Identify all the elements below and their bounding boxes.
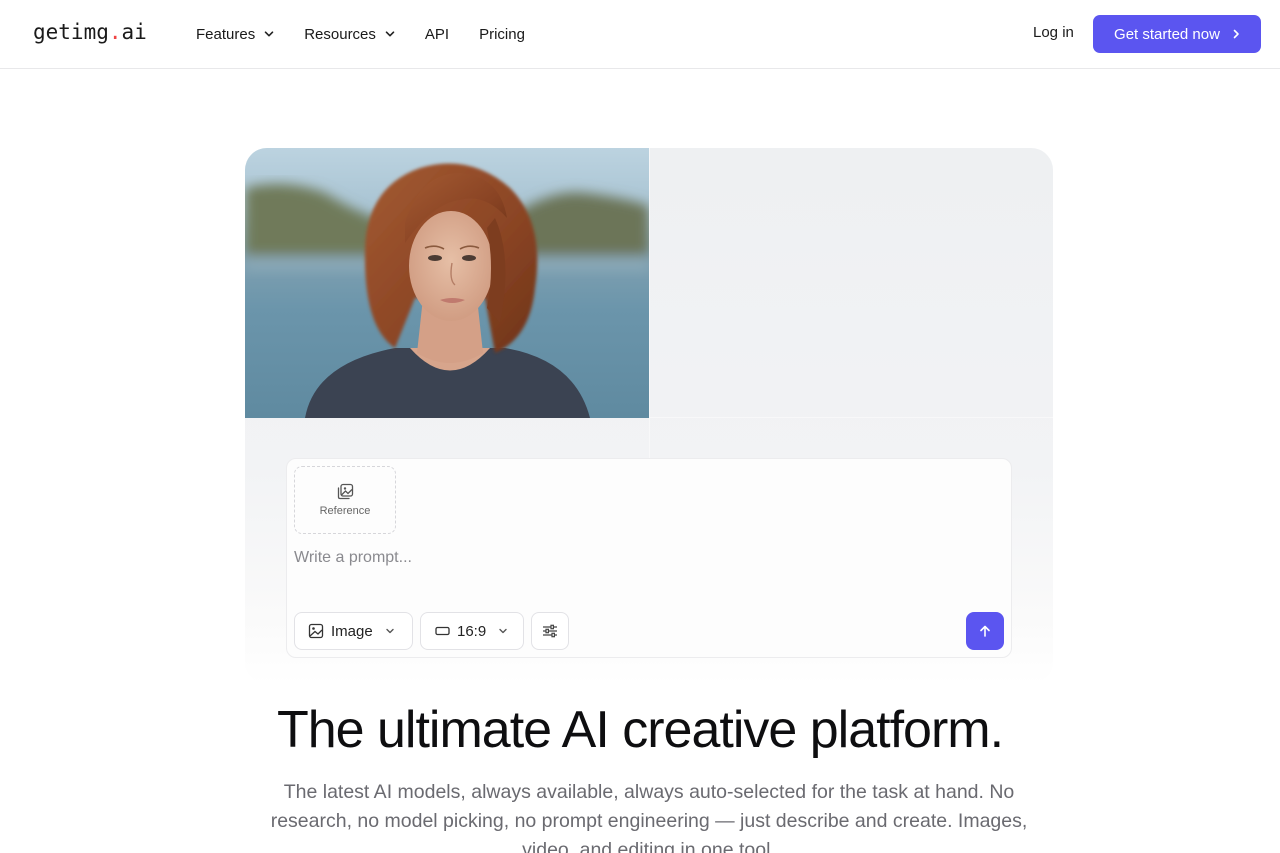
nav-pricing[interactable]: Pricing — [479, 26, 525, 43]
mode-label: Image — [331, 622, 373, 640]
chevron-down-icon — [385, 31, 395, 37]
hero-title: The ultimate AI creative platform. — [276, 701, 1004, 759]
reference-upload[interactable]: Reference — [294, 466, 396, 534]
nav-resources[interactable]: Resources — [304, 26, 395, 43]
nav-api[interactable]: API — [425, 26, 449, 43]
prompt-composer: Reference Image 16:9 — [286, 458, 1012, 658]
site-header: getimg.ai Features Resources API Pricing… — [0, 0, 1280, 69]
prompt-input[interactable] — [294, 547, 994, 569]
chevron-down-icon — [386, 628, 394, 634]
hero-subtitle: The latest AI models, always available, … — [270, 781, 1028, 853]
grid-divider — [649, 148, 650, 498]
logo[interactable]: getimg.ai — [33, 20, 147, 44]
aspect-ratio-label: 16:9 — [457, 622, 487, 640]
arrow-up-icon — [980, 625, 990, 637]
nav-features-label: Features — [196, 25, 256, 43]
reference-image-icon — [337, 483, 353, 500]
aspect-ratio-select[interactable]: 16:9 — [420, 612, 524, 650]
main-nav: Features Resources API Pricing — [196, 0, 555, 68]
portrait-illustration — [245, 163, 649, 418]
nav-resources-label: Resources — [304, 25, 376, 43]
image-icon — [308, 623, 324, 639]
login-link[interactable]: Log in — [1033, 24, 1074, 41]
chevron-down-icon — [499, 628, 507, 634]
grid-divider — [649, 417, 1053, 418]
aspect-ratio-icon — [435, 626, 450, 636]
chevron-right-icon — [1233, 29, 1239, 39]
settings-sliders-icon — [543, 624, 557, 638]
get-started-label: Get started now — [1114, 25, 1220, 43]
mode-select[interactable]: Image — [294, 612, 413, 650]
send-button[interactable] — [966, 612, 1004, 650]
nav-api-label: API — [424, 25, 450, 43]
chevron-down-icon — [264, 31, 274, 37]
logo-tld: ai — [121, 20, 147, 44]
portrait-photo — [245, 148, 649, 418]
logo-dot: . — [108, 20, 122, 44]
nav-pricing-label: Pricing — [479, 25, 525, 43]
nav-features[interactable]: Features — [196, 26, 274, 43]
get-started-button[interactable]: Get started now — [1093, 15, 1261, 53]
settings-button[interactable] — [531, 612, 569, 650]
reference-label: Reference — [319, 505, 371, 517]
logo-text: getimg — [33, 20, 109, 44]
